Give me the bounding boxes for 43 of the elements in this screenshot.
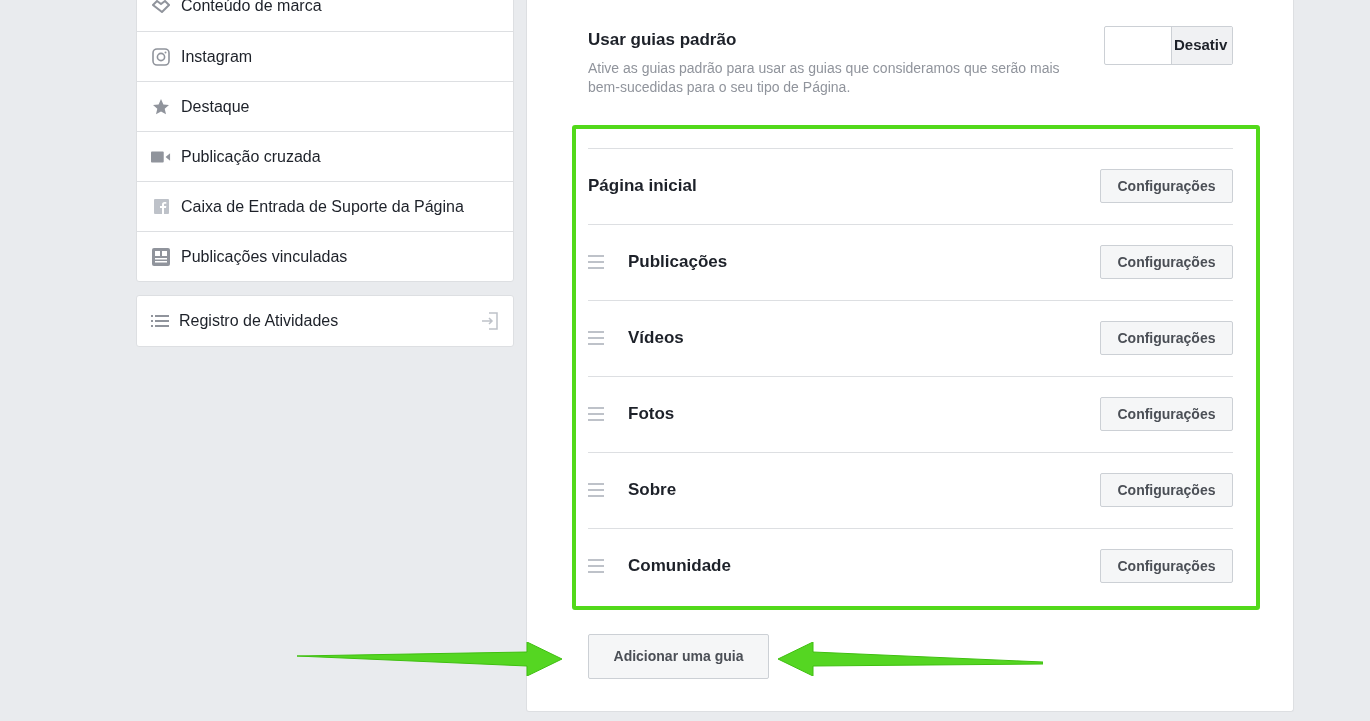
settings-button[interactable]: Configurações (1100, 245, 1233, 279)
settings-button[interactable]: Configurações (1100, 473, 1233, 507)
settings-button[interactable]: Configurações (1100, 549, 1233, 583)
tab-name: Publicações (628, 251, 729, 274)
sidebar-item[interactable]: Publicação cruzada (137, 131, 513, 181)
sidebar-item-label: Publicações vinculadas (181, 246, 348, 267)
settings-button[interactable]: Configurações (1100, 321, 1233, 355)
setting-description: Ative as guias padrão para usar as guias que consideramos que serão mais bem-sucedidas para o seu tipo de Página. (588, 58, 1061, 97)
setting-title: Usar guias padrão (588, 29, 738, 51)
settings-button[interactable]: Configurações (1100, 169, 1233, 203)
toggle-label: Desativ (1171, 27, 1232, 64)
sidebar-item-label: Publicação cruzada (181, 146, 321, 167)
newspaper-icon (152, 247, 170, 266)
enter-icon (481, 312, 499, 330)
activity-log-item[interactable]: Registro de Atividades (136, 295, 514, 347)
star-icon (152, 97, 170, 116)
drag-handle-icon[interactable] (588, 255, 604, 269)
facebook-icon (153, 199, 169, 214)
tab-name: Sobre (628, 479, 678, 502)
tab-name: Vídeos (628, 327, 685, 350)
tab-name: Fotos (628, 403, 676, 426)
toggle-switch[interactable]: Desativ (1104, 26, 1233, 65)
add-tab-button[interactable]: Adicionar uma guia (588, 633, 769, 679)
drag-handle-icon[interactable] (588, 331, 604, 345)
settings-button[interactable]: Configurações (1100, 397, 1233, 431)
sidebar-item[interactable]: Conteúdo de marca (137, 0, 513, 31)
tab-name: Página inicial (588, 175, 698, 198)
sidebar-item[interactable]: Caixa de Entrada de Suporte da Página (137, 181, 513, 231)
list-icon (151, 314, 169, 328)
sidebar-item-label: Caixa de Entrada de Suporte da Página (181, 196, 464, 217)
sidebar-item-label: Destaque (181, 96, 250, 117)
drag-handle-icon[interactable] (588, 483, 604, 497)
instagram-icon (152, 47, 170, 66)
drag-handle-icon[interactable] (588, 559, 604, 573)
video-camera-icon (151, 150, 171, 163)
sidebar-item[interactable]: Destaque (137, 81, 513, 131)
sidebar-item[interactable]: Publicações vinculadas (137, 231, 513, 281)
sidebar-item-label: Conteúdo de marca (181, 0, 322, 16)
tab-name: Comunidade (628, 555, 732, 578)
sidebar-item-label: Instagram (181, 46, 253, 67)
activity-log-label: Registro de Atividades (179, 311, 340, 331)
sidebar-item[interactable]: Instagram (137, 31, 513, 81)
drag-handle-icon[interactable] (588, 407, 604, 421)
